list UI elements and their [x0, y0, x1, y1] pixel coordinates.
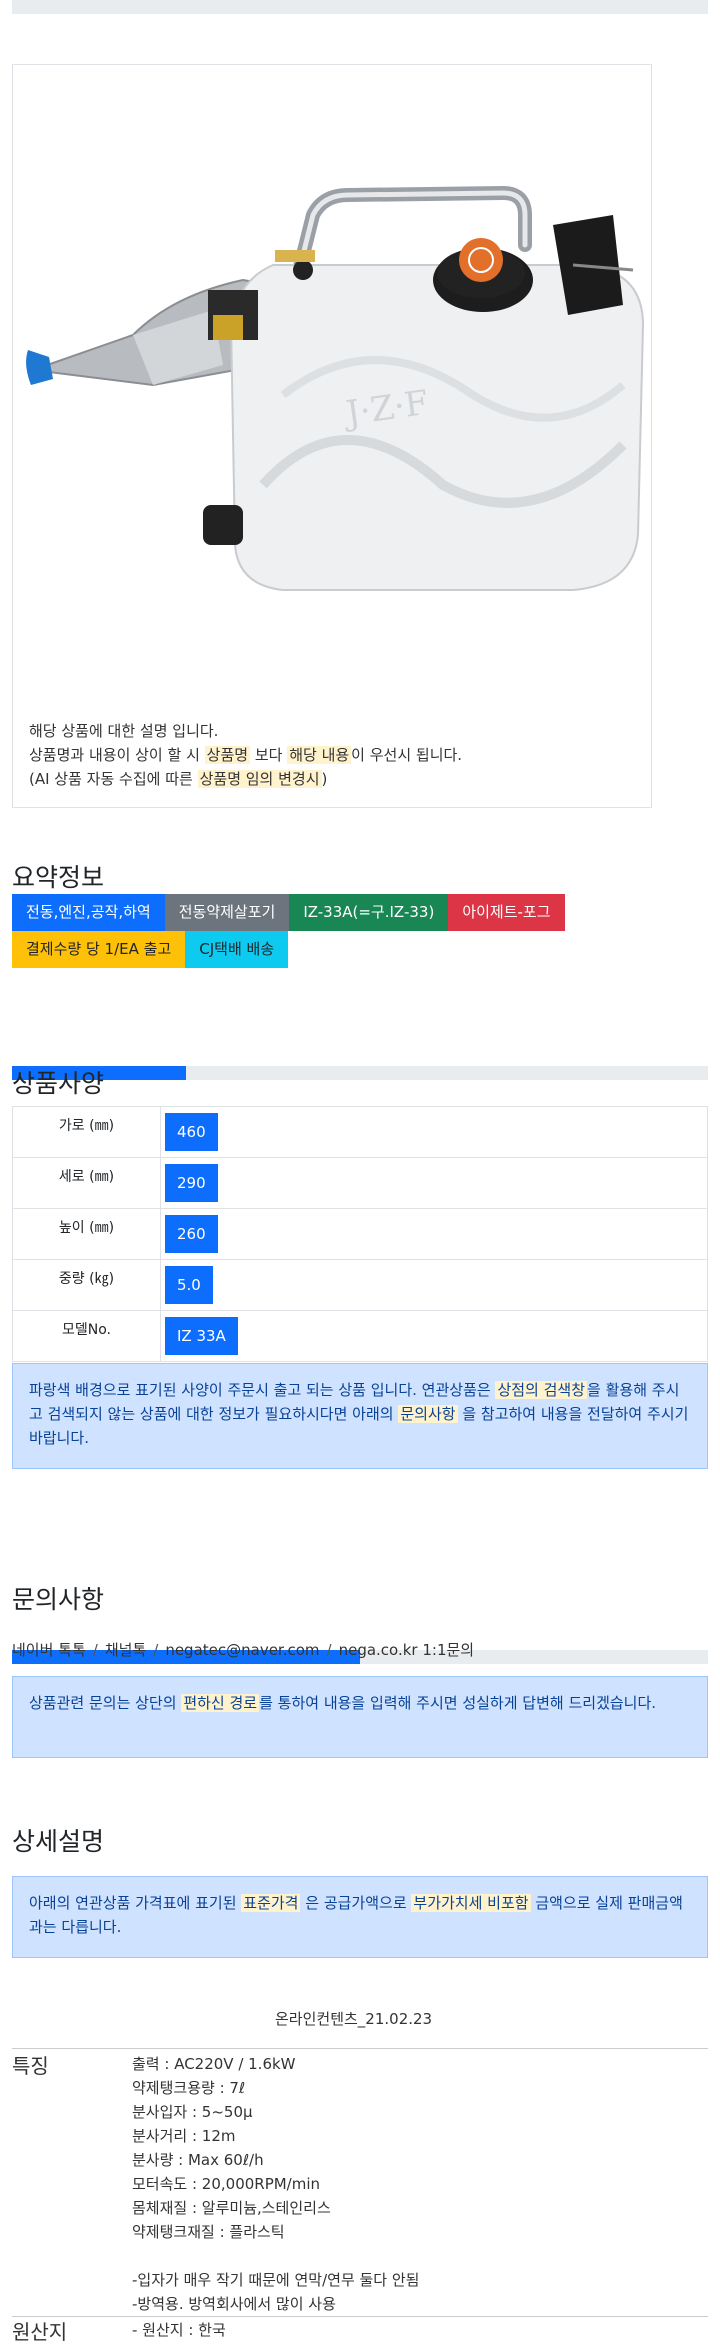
feature-item: 출력 : AC220V / 1.6kW [132, 2055, 296, 2073]
description-line: (AI 상품 자동 수집에 따른 상품명 임의 변경시) [29, 767, 462, 791]
description-text: 이 우선시 됩니다. [351, 746, 463, 764]
spec-table: 가로 (㎜) 460 세로 (㎜) 290 높이 (㎜) 260 중량 (㎏) 5.0 모델No… [12, 1106, 708, 1362]
detail-notice-highlight: 부가가치세 비포함 [411, 1894, 531, 1912]
spec-notice-text: 파랑색 배경으로 표기된 사양이 주문시 출고 되는 상품 입니다. 연관상품은 [29, 1381, 496, 1399]
feature-item: 모터속도 : 20,000RPM/min [132, 2175, 321, 2193]
features-title: 특징 [12, 2054, 49, 2078]
feature-item: 분사거리 : 12m [132, 2127, 236, 2145]
inquiry-notice-highlight: 편하신 경로 [181, 1694, 260, 1712]
description-text: 해당 상품에 대한 설명 입니다. [29, 722, 219, 740]
feature-item: -방역용. 방역회사에서 많이 사용 [132, 2295, 336, 2313]
spec-row: 높이 (㎜) 260 [12, 1208, 708, 1260]
description-text: 상품명과 내용이 상이 할 시 [29, 746, 205, 764]
description-highlight: 해당 내용 [287, 746, 352, 764]
spec-row: 세로 (㎜) 290 [12, 1157, 708, 1209]
spec-key: 세로 (㎜) [12, 1157, 161, 1209]
summary-tags: 전동,엔진,공작,하역 전동약제살포기 IZ-33A(=구.IZ-33) 아이제트-포… [12, 894, 612, 968]
spec-value-badge: 460 [165, 1113, 218, 1151]
feature-item [132, 2244, 419, 2268]
description-highlight: 상품명 임의 변경시 [197, 770, 322, 788]
spec-value: IZ 33A [160, 1310, 708, 1362]
spec-progress-bar [12, 1066, 708, 1080]
spec-notice-highlight: 상점의 검색창 [495, 1381, 588, 1399]
channel-separator: / [326, 1641, 332, 1659]
spec-key: 모델No. [12, 1310, 161, 1362]
inquiry-notice: 상품관련 문의는 상단의 편하신 경로 를 통하여 내용을 입력해 주시면 성실하… [12, 1676, 708, 1758]
inquiry-channel-link[interactable]: 채널톡 [105, 1641, 146, 1659]
description-highlight: 상품명 [204, 746, 251, 764]
summary-tag: CJ택배 배송 [185, 931, 289, 968]
spec-value: 290 [160, 1157, 708, 1209]
summary-tag: 아이제트-포그 [448, 894, 565, 931]
origin-title: 원산지 [12, 2320, 68, 2344]
product-image: J·Z·F [26, 185, 645, 591]
spec-table-wrap: 가로 (㎜) 460 세로 (㎜) 290 높이 (㎜) 260 중량 (㎏) 5.0 모델No… [12, 1106, 708, 1362]
features-list: 출력 : AC220V / 1.6kW 약제탱크용량 : 7ℓ 분사입자 : 5~5… [132, 2052, 419, 2316]
spec-row: 중량 (㎏) 5.0 [12, 1259, 708, 1311]
spec-value-badge: 260 [165, 1215, 218, 1253]
divider [12, 2316, 708, 2317]
description-line: 해당 상품에 대한 설명 입니다. [29, 719, 462, 743]
feature-item: -입자가 매우 작기 때문에 연막/연무 둘다 안됨 [132, 2271, 420, 2289]
detail-notice-text: 은 공급가액으로 [300, 1894, 412, 1912]
spec-value-badge: IZ 33A [165, 1317, 238, 1355]
spec-row: 모델No. IZ 33A [12, 1310, 708, 1362]
spec-notice: 파랑색 배경으로 표기된 사양이 주문시 출고 되는 상품 입니다. 연관상품은… [12, 1363, 708, 1469]
origin-value: - 원산지 : 한국 [132, 2321, 226, 2339]
summary-title: 요약정보 [12, 863, 105, 892]
inquiry-notice-text: 를 통하여 내용을 입력해 주시면 성실하게 답변해 드리겠습니다. [259, 1694, 657, 1712]
product-description: 해당 상품에 대한 설명 입니다. 상품명과 내용이 상이 할 시 상품명 보다 … [29, 719, 462, 791]
detail-title: 상세설명 [12, 1827, 105, 1856]
spec-value-badge: 5.0 [165, 1266, 213, 1304]
feature-item: 몸체재질 : 알루미늄,스테인리스 [132, 2199, 331, 2217]
feature-item: 분사량 : Max 60ℓ/h [132, 2151, 264, 2169]
description-line: 상품명과 내용이 상이 할 시 상품명 보다 해당 내용 이 우선시 됩니다. [29, 743, 462, 767]
summary-tag: 전동,엔진,공작,하역 [12, 894, 165, 931]
spec-key: 가로 (㎜) [12, 1106, 161, 1158]
detail-notice-highlight: 표준가격 [241, 1894, 301, 1912]
inquiry-channel-link[interactable]: nega.co.kr 1:1문의 [339, 1641, 475, 1659]
inquiry-notice-text: 상품관련 문의는 상단의 [29, 1694, 182, 1712]
spec-value: 260 [160, 1208, 708, 1260]
feature-item: 약제탱크재질 : 플라스틱 [132, 2223, 285, 2241]
description-text: 보다 [250, 746, 288, 764]
feature-item: 분사입자 : 5~50μ [132, 2103, 253, 2121]
channel-separator: / [153, 1641, 159, 1659]
feature-item: 약제탱크용량 : 7ℓ [132, 2079, 246, 2097]
spec-key: 높이 (㎜) [12, 1208, 161, 1260]
online-content-label: 온라인컨텐츠_21.02.23 [275, 2010, 433, 2028]
spec-row: 가로 (㎜) 460 [12, 1106, 708, 1158]
product-image-card: J·Z·F 해당 상품에 대한 설명 입니다. 상품명과 내용이 상이 할 시 상… [12, 64, 652, 808]
spec-title: 상품사양 [12, 1069, 105, 1098]
summary-tag: 결제수량 당 1/EA 출고 [12, 931, 186, 968]
divider [12, 2048, 708, 2049]
summary-tag: 전동약제살포기 [164, 894, 290, 931]
spec-value: 5.0 [160, 1259, 708, 1311]
description-text: (AI 상품 자동 수집에 따른 [29, 770, 198, 788]
inquiry-channel-link[interactable]: negatec@naver.com [165, 1641, 319, 1659]
detail-notice-text: 아래의 연관상품 가격표에 표기된 [29, 1894, 242, 1912]
inquiry-channel-link[interactable]: 네이버 톡톡 [12, 1641, 86, 1659]
spec-notice-highlight: 문의사항 [398, 1405, 458, 1423]
top-bar [12, 0, 708, 14]
inquiry-title: 문의사항 [12, 1585, 105, 1614]
spec-value-badge: 290 [165, 1164, 218, 1202]
detail-notice: 아래의 연관상품 가격표에 표기된 표준가격 은 공급가액으로 부가가치세 비포… [12, 1876, 708, 1958]
summary-tag: IZ-33A(=구.IZ-33) [289, 894, 449, 931]
channel-separator: / [92, 1641, 98, 1659]
description-text: ) [321, 770, 328, 788]
spec-key: 중량 (㎏) [12, 1259, 161, 1311]
spec-value: 460 [160, 1106, 708, 1158]
inquiry-channels: 네이버 톡톡 / 채널톡 / negatec@naver.com / nega.co.kr … [12, 1639, 474, 1660]
